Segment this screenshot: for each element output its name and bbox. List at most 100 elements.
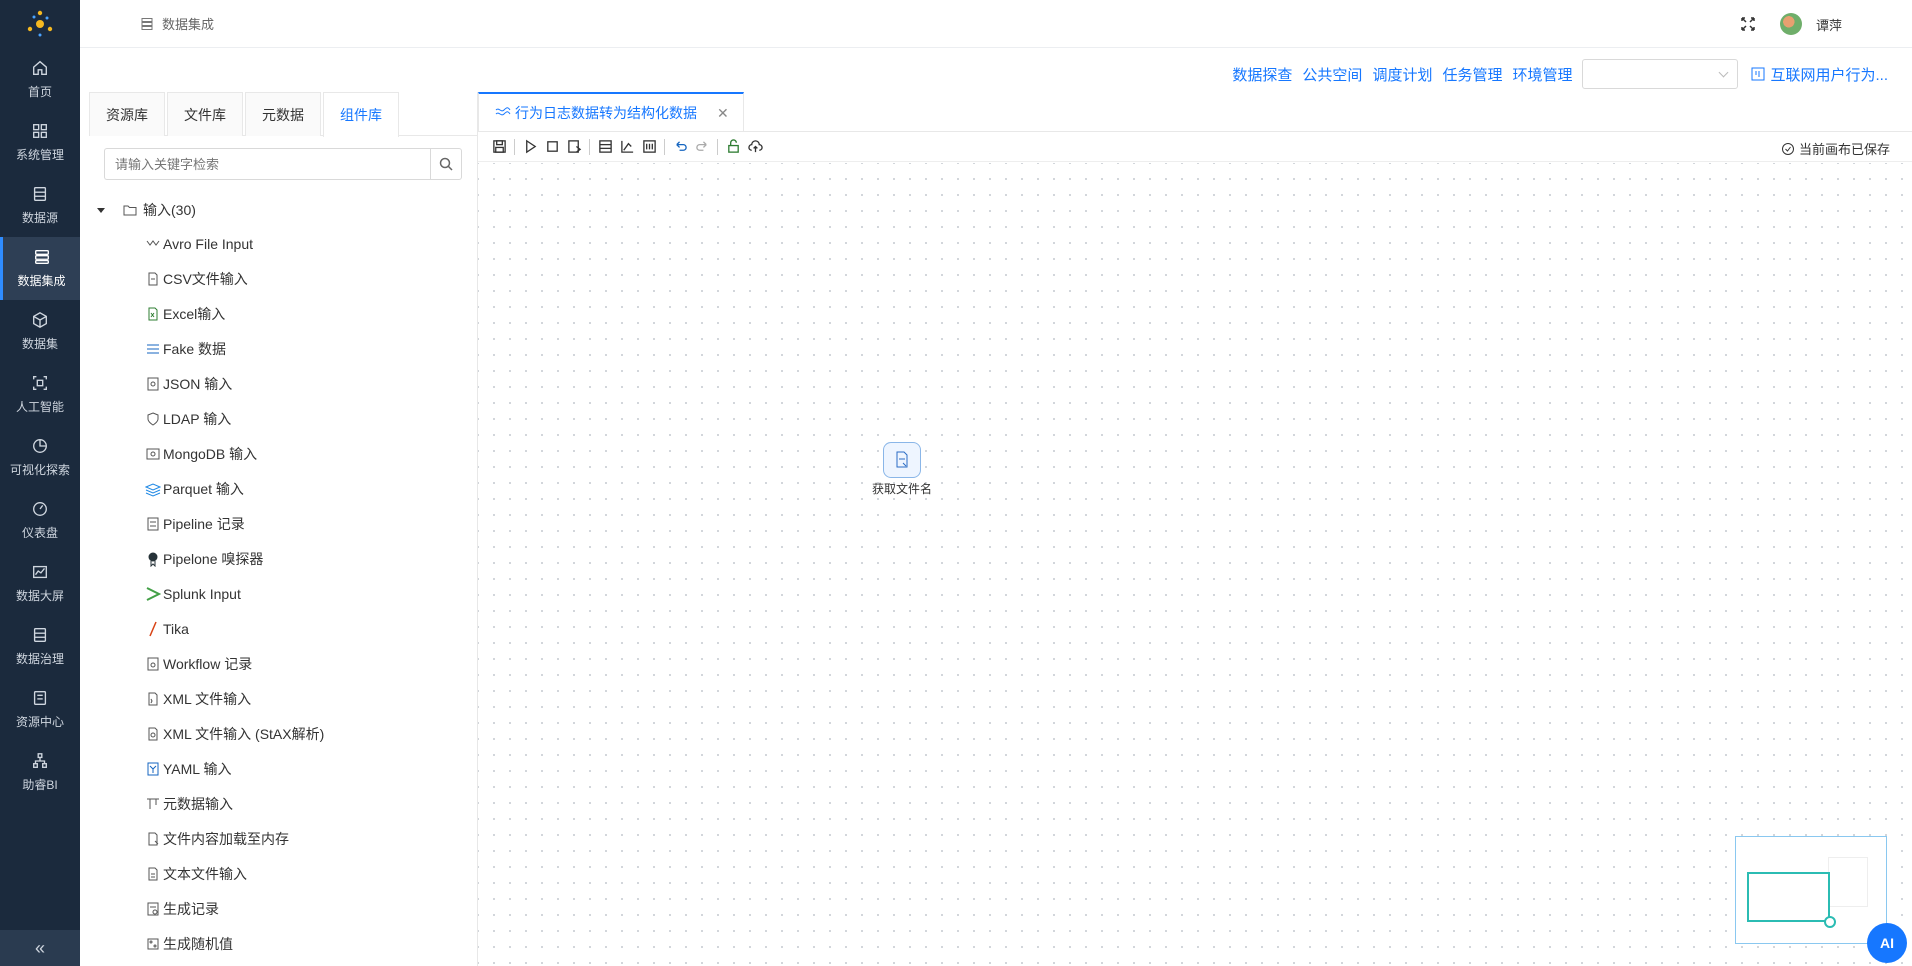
app-logo[interactable]	[0, 0, 80, 48]
flow-canvas[interactable]: 获取文件名 AI	[478, 163, 1912, 966]
panel-tabs: 资源库 文件库 元数据 组件库	[89, 92, 477, 137]
nav-collapse-button[interactable]: «	[0, 930, 80, 966]
minimap[interactable]	[1735, 836, 1887, 944]
sniffer-icon	[145, 551, 161, 567]
list-item[interactable]: LDAP 输入	[89, 401, 477, 436]
preview-button[interactable]	[563, 136, 585, 158]
home-icon	[33, 60, 47, 75]
editor-tabs: 行为日志数据转为结构化数据 ✕	[478, 92, 1912, 132]
link-data-explore[interactable]: 数据探查	[1232, 64, 1292, 85]
list-item[interactable]: Parquet 输入	[89, 471, 477, 506]
avatar[interactable]	[1779, 13, 1802, 35]
list-item-label: Workflow 记录	[163, 655, 253, 672]
link-public-space[interactable]: 公共空间	[1302, 64, 1362, 85]
list-item[interactable]: Avro File Input	[89, 226, 477, 261]
search-button[interactable]	[430, 148, 462, 180]
nav-item-ai[interactable]: 人工智能	[0, 363, 80, 426]
ai-assistant-button[interactable]: AI	[1867, 923, 1907, 963]
environment-select[interactable]	[1582, 59, 1739, 89]
sql-button[interactable]	[638, 136, 660, 158]
stop-icon	[546, 141, 558, 152]
list-item[interactable]: 元数据输入	[89, 786, 477, 821]
pipeline-record-icon	[145, 516, 161, 532]
link-env-manage[interactable]: 环境管理	[1512, 64, 1572, 85]
minimap-content	[1828, 857, 1868, 907]
nav-item-dataset[interactable]: 数据集	[0, 300, 80, 363]
undo-button[interactable]	[669, 136, 691, 158]
nav-item-home[interactable]: 首页	[0, 48, 80, 111]
list-item[interactable]: XML 文件输入	[89, 681, 477, 716]
file-load-icon	[145, 831, 161, 847]
fullscreen-icon[interactable]	[1740, 16, 1756, 32]
project-icon	[1751, 67, 1765, 81]
nav-item-label: 可视化探索	[9, 463, 70, 477]
list-item-label: 文本文件输入	[163, 865, 247, 882]
list-icon	[33, 628, 47, 642]
table-view-button[interactable]	[594, 136, 616, 158]
editor-tab[interactable]: 行为日志数据转为结构化数据 ✕	[478, 92, 744, 132]
random-value-icon	[145, 936, 161, 952]
list-item[interactable]: Fake 数据	[89, 331, 477, 366]
flow-node[interactable]: 获取文件名	[862, 442, 942, 497]
metrics-button[interactable]	[616, 136, 638, 158]
list-item[interactable]: Pipeline 记录	[89, 506, 477, 541]
close-icon[interactable]: ✕	[717, 105, 729, 122]
nav-item-label: 首页	[27, 85, 52, 99]
check-circle-icon	[1781, 142, 1794, 155]
nav-item-bi[interactable]: 助睿BI	[0, 741, 80, 804]
redo-icon	[695, 141, 707, 151]
top-header: 数据集成 谭萍	[80, 0, 1912, 48]
list-item[interactable]: XML 文件输入 (StAX解析)	[89, 716, 477, 751]
nav-item-bigscreen[interactable]: 数据大屏	[0, 552, 80, 615]
doc-icon	[33, 691, 47, 705]
list-item[interactable]: 文件内容加载至内存	[89, 821, 477, 856]
editor-toolbar: 当前画布已保存	[478, 132, 1912, 162]
unlock-icon	[727, 139, 739, 153]
link-task-manage[interactable]: 任务管理	[1442, 64, 1502, 85]
list-item[interactable]: 生成随机值	[89, 926, 477, 961]
node-box[interactable]	[883, 442, 921, 478]
double-chevron-left-icon: «	[34, 937, 45, 958]
project-link[interactable]: 互联网用户行为...	[1750, 64, 1888, 85]
list-item[interactable]: YAML 输入	[89, 751, 477, 786]
search-input[interactable]	[104, 148, 430, 180]
run-button[interactable]	[519, 136, 541, 158]
nav-item-label: 数据源	[21, 211, 58, 225]
nav-item-visual[interactable]: 可视化探索	[0, 426, 80, 489]
list-item[interactable]: Excel输入	[89, 296, 477, 331]
list-item[interactable]: Workflow 记录	[89, 646, 477, 681]
nav-item-dashboard[interactable]: 仪表盘	[0, 489, 80, 552]
list-item-label: Pipeline 记录	[163, 515, 245, 532]
nav-item-integration[interactable]: 数据集成	[0, 237, 80, 300]
node-label: 获取文件名	[871, 482, 932, 496]
nav-item-governance[interactable]: 数据治理	[0, 615, 80, 678]
upload-button[interactable]	[744, 136, 766, 158]
nav-item-datasource[interactable]: 数据源	[0, 174, 80, 237]
link-schedule[interactable]: 调度计划	[1372, 64, 1432, 85]
tab-file-lib[interactable]: 文件库	[167, 92, 243, 136]
list-item[interactable]: MongoDB 输入	[89, 436, 477, 471]
nav-item-label: 资源中心	[15, 715, 64, 729]
redo-button[interactable]	[691, 136, 713, 158]
tab-component-lib[interactable]: 组件库	[323, 92, 399, 137]
nav-item-system[interactable]: 系统管理	[0, 111, 80, 174]
tab-resource-lib[interactable]: 资源库	[89, 92, 165, 136]
nav-item-label: 仪表盘	[21, 526, 58, 540]
list-item[interactable]: Pipelone 嗅探器	[89, 541, 477, 576]
nav-item-resource[interactable]: 资源中心	[0, 678, 80, 741]
list-item[interactable]: 文本文件输入	[89, 856, 477, 891]
list-item[interactable]: 生成记录	[89, 891, 477, 926]
list-item[interactable]: Splunk Input	[89, 576, 477, 611]
list-item-label: Avro File Input	[163, 235, 254, 252]
save-button[interactable]	[488, 136, 510, 158]
lock-button[interactable]	[722, 136, 744, 158]
minimap-viewport[interactable]	[1747, 872, 1830, 922]
list-item[interactable]: JSON 输入	[89, 366, 477, 401]
tab-metadata[interactable]: 元数据	[245, 92, 321, 136]
stop-button[interactable]	[541, 136, 563, 158]
minimap-resize-handle[interactable]	[1824, 916, 1836, 928]
tree-group-input[interactable]: 输入(30)	[89, 194, 477, 226]
list-item[interactable]: Tika	[89, 611, 477, 646]
user-name[interactable]: 谭萍	[1816, 15, 1842, 34]
list-item[interactable]: CSV文件输入	[89, 261, 477, 296]
